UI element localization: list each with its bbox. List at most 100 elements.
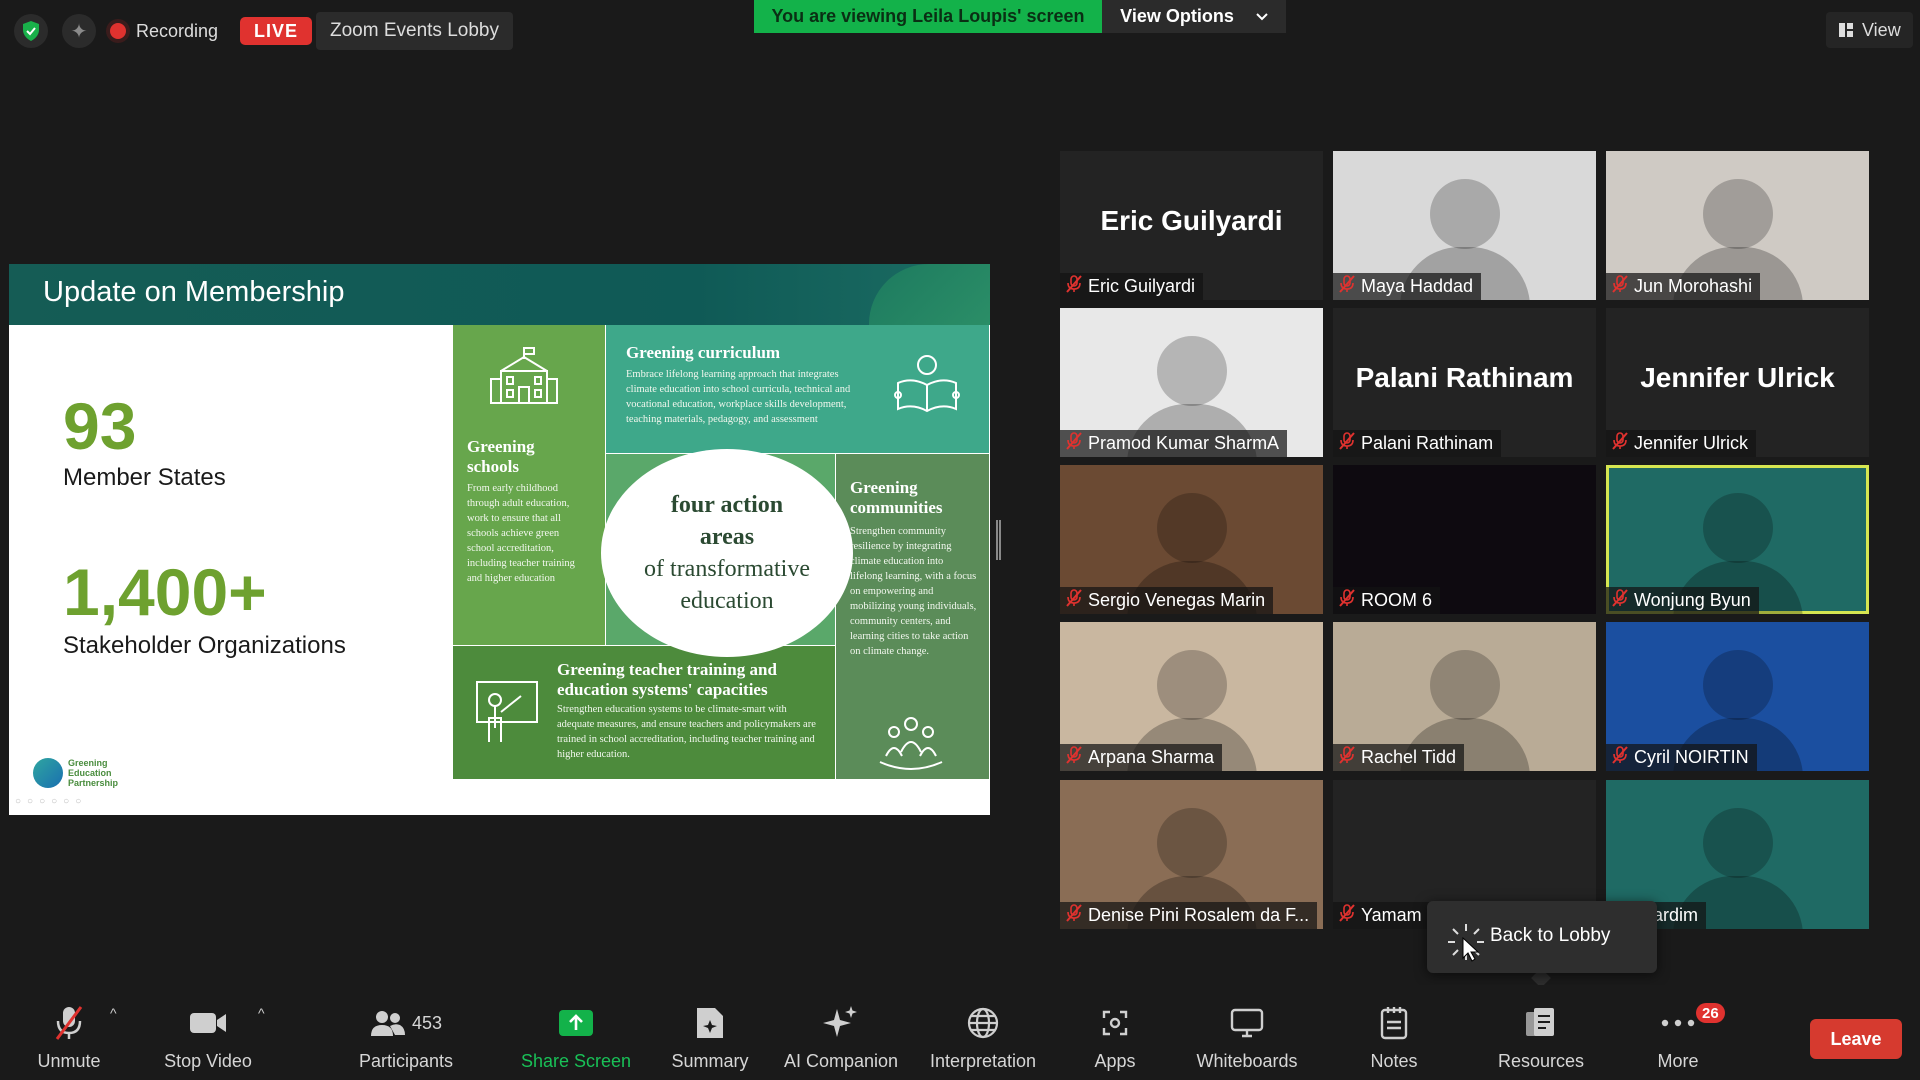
participants-button[interactable]: 453 Participants (350, 985, 462, 1080)
teacher-title: Greening teacher training and education … (557, 660, 777, 699)
microphone-muted-icon (1066, 589, 1082, 612)
shared-screen-slide: Update on Membership 93 Member States 1,… (9, 264, 990, 815)
participant-name-label: Rachel Tidd (1333, 744, 1465, 771)
participant-name-label: Denise Pini Rosalem da F... (1060, 902, 1318, 929)
participant-name: Arpana Sharma (1088, 747, 1215, 767)
whiteboards-button[interactable]: Whiteboards (1186, 985, 1308, 1080)
microphone-muted-icon (1066, 432, 1082, 455)
participant-tile[interactable]: Arpana Sharma (1060, 622, 1323, 771)
view-options-button[interactable]: View Options (1102, 0, 1286, 33)
stop-video-button[interactable]: Stop Video (152, 985, 264, 1080)
share-screen-button[interactable]: Share Screen (516, 985, 636, 1080)
resources-icon (1526, 1008, 1554, 1036)
participant-video-avatar (1702, 650, 1773, 720)
video-options-caret-icon[interactable]: ^ (258, 1005, 265, 1021)
participant-name: Maya Haddad (1361, 276, 1474, 296)
participant-video-avatar (1156, 493, 1227, 563)
participant-display-name: Jennifer Ulrick (1640, 362, 1835, 393)
microphone-muted-icon (1339, 904, 1355, 927)
unmute-button[interactable]: Unmute (18, 985, 120, 1080)
participant-name-label: Eric Guilyardi (1060, 273, 1204, 300)
viewing-screen-banner: You are viewing Leila Loupis' screen (754, 0, 1102, 33)
participant-video-avatar (1429, 650, 1500, 720)
slide-toolbar-icons: ○○○○○○ (15, 796, 88, 807)
panel-resize-handle[interactable] (996, 520, 1001, 560)
summary-document-icon (697, 1008, 723, 1038)
security-shield-icon[interactable] (14, 14, 48, 48)
schools-text: From early childhood through adult educa… (467, 483, 575, 584)
participant-tile[interactable]: ROOM 6 (1333, 465, 1596, 614)
four-action-areas-circle: four action areas of transformative educ… (601, 449, 853, 657)
view-options-label: View Options (1120, 6, 1234, 26)
ai-sparkle-icon[interactable]: ✦ (62, 14, 96, 48)
participant-video-avatar (1702, 179, 1773, 249)
participant-video-avatar (1156, 808, 1227, 878)
community-people-icon (879, 717, 943, 770)
summary-button[interactable]: Summary (660, 985, 760, 1080)
panel-greening-curriculum: Greening curriculum Embrace lifelong lea… (606, 325, 989, 453)
resources-button[interactable]: Resources (1486, 985, 1596, 1080)
participant-tile[interactable]: Palani Rathinam Palani Rathinam (1333, 308, 1596, 457)
grid-layout-icon (1839, 23, 1853, 37)
whiteboard-icon (1230, 1008, 1264, 1038)
participant-tile[interactable]: Rachel Tidd (1333, 622, 1596, 771)
recording-indicator: Recording (110, 14, 218, 48)
panel-greening-teacher-training: Greening teacher training and education … (453, 646, 835, 779)
loading-spinner-icon (1448, 924, 1484, 962)
participant-name-label: Pramod Kumar SharmA (1060, 430, 1288, 457)
participant-tile[interactable]: Wonjung Byun (1606, 465, 1869, 614)
participant-display-name: Palani Rathinam (1355, 362, 1574, 393)
participant-name-label: Wonjung Byun (1606, 587, 1759, 614)
participant-name: Denise Pini Rosalem da F... (1088, 905, 1310, 925)
more-button[interactable]: More (1628, 985, 1728, 1080)
notes-icon (1380, 1007, 1408, 1040)
gep-logo-mark-icon (33, 758, 63, 788)
ai-companion-button[interactable]: AI Companion (776, 985, 906, 1080)
participant-tile[interactable]: Denise Pini Rosalem da F... (1060, 780, 1323, 929)
participant-name: Palani Rathinam (1361, 433, 1494, 453)
curriculum-text: Embrace lifelong learning approach that … (626, 369, 851, 425)
participant-tile[interactable]: Cyril NOIRTIN (1606, 622, 1869, 771)
more-notification-badge: 26 (1696, 1003, 1725, 1023)
interpretation-button[interactable]: Interpretation (918, 985, 1048, 1080)
microphone-muted-icon (55, 1006, 83, 1040)
participant-tile[interactable]: Jun Morohashi (1606, 151, 1869, 300)
notes-button[interactable]: Notes (1344, 985, 1444, 1080)
member-states-count: 93 (63, 389, 137, 463)
ai-companion-sparkle-icon (823, 1006, 857, 1037)
participant-name-label: Arpana Sharma (1060, 744, 1223, 771)
microphone-muted-icon (1339, 275, 1355, 298)
recording-label: Recording (136, 20, 219, 41)
video-camera-icon (190, 1013, 226, 1033)
microphone-muted-icon (1612, 589, 1628, 612)
participant-video-avatar (1702, 808, 1773, 878)
microphone-muted-icon (1612, 746, 1628, 769)
whiteboards-label: Whiteboards (1196, 1051, 1298, 1071)
participant-video-avatar (1702, 493, 1773, 563)
participant-display-name: Eric Guilyardi (1100, 205, 1283, 236)
apps-button[interactable]: Apps (1070, 985, 1160, 1080)
unmute-label: Unmute (37, 1051, 101, 1071)
participant-video-avatar (1156, 650, 1227, 720)
audio-options-caret-icon[interactable]: ^ (110, 1005, 117, 1021)
apps-icon (1102, 1010, 1128, 1036)
communities-text: Strengthen community resilience by integ… (850, 526, 977, 657)
participant-tile[interactable]: Maya Haddad (1333, 151, 1596, 300)
teacher-text: Strengthen education systems to be clima… (557, 704, 816, 760)
communities-title: Greening communities (850, 478, 943, 517)
participant-name: Eric Guilyardi (1088, 276, 1196, 296)
back-to-lobby-label[interactable]: Back to Lobby (1490, 925, 1610, 947)
microphone-muted-icon (1339, 589, 1355, 612)
view-layout-button[interactable]: View (1826, 12, 1913, 48)
participant-tile[interactable]: Pramod Kumar SharmA (1060, 308, 1323, 457)
participant-tile[interactable]: Sergio Venegas Marin (1060, 465, 1323, 614)
participant-name-label: Maya Haddad (1333, 273, 1482, 300)
microphone-muted-icon (1066, 275, 1082, 298)
panel-greening-schools: Greening schools From early childhood th… (453, 325, 605, 645)
leave-button[interactable]: Leave (1810, 1019, 1902, 1059)
resources-label: Resources (1497, 1051, 1585, 1071)
microphone-muted-icon (1066, 746, 1082, 769)
zoom-events-lobby-button[interactable]: Zoom Events Lobby (316, 12, 513, 50)
participant-tile[interactable]: Eric Guilyardi Eric Guilyardi (1060, 151, 1323, 300)
participant-tile[interactable]: Jennifer Ulrick Jennifer Ulrick (1606, 308, 1869, 457)
